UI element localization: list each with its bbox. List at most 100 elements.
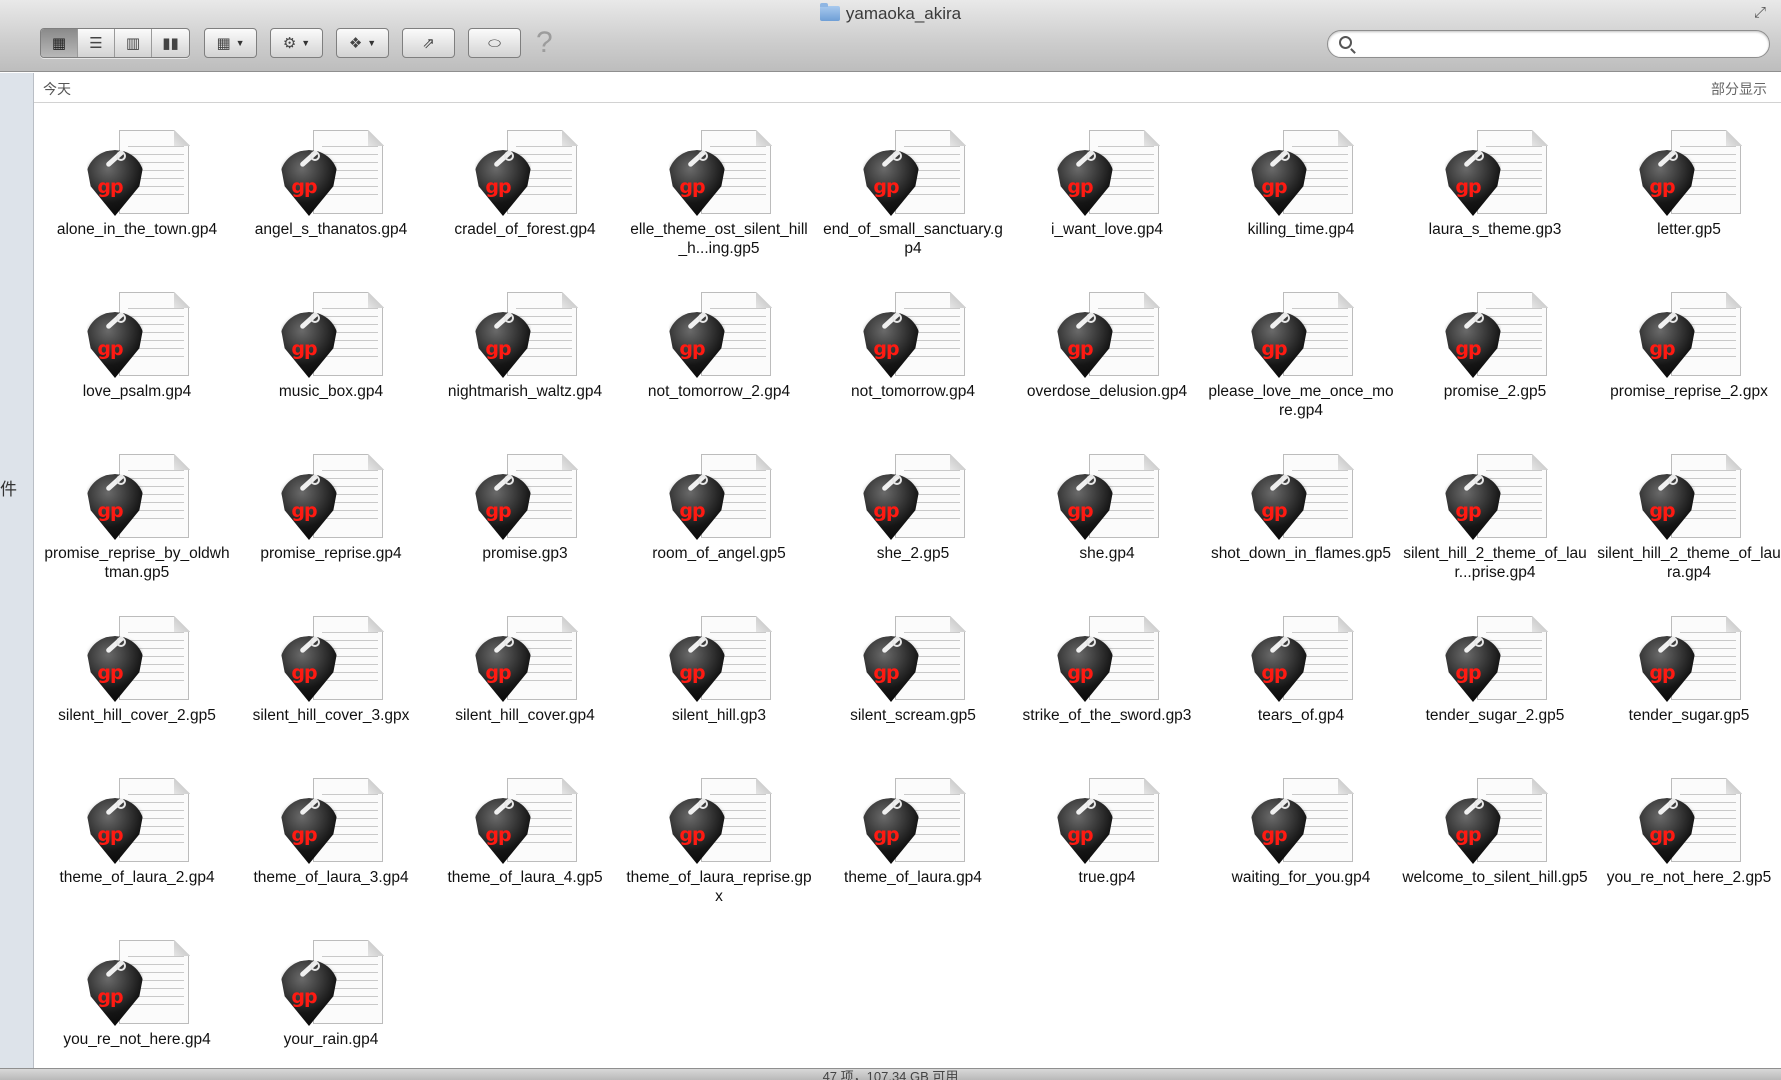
file-item[interactable]: gp tender_sugar.gp5 — [1592, 590, 1781, 752]
gp-label: gp — [97, 176, 123, 198]
file-item[interactable]: gp love_psalm.gp4 — [40, 266, 234, 428]
guitar-pro-file-icon: gp — [1434, 610, 1548, 706]
column-view-button[interactable]: ▥ — [115, 29, 152, 57]
list-view-button[interactable]: ☰ — [78, 29, 115, 57]
dropbox-button[interactable]: ❖ ▼ — [336, 28, 389, 58]
file-item[interactable]: gp silent_hill.gp3 — [622, 590, 816, 752]
file-item[interactable]: gp promise_reprise_2.gpx — [1592, 266, 1781, 428]
file-item[interactable]: gp angel_s_thanatos.gp4 — [234, 104, 428, 266]
help-icon[interactable]: ? — [536, 26, 553, 60]
file-item[interactable]: gp silent_hill_cover_2.gp5 — [40, 590, 234, 752]
file-item[interactable]: gp welcome_to_silent_hill.gp5 — [1398, 752, 1592, 914]
gp-label: gp — [679, 500, 705, 522]
file-item[interactable]: gp silent_hill_cover.gp4 — [428, 590, 622, 752]
file-item[interactable]: gp tears_of.gp4 — [1204, 590, 1398, 752]
cover-flow-button[interactable]: ▮▮ — [152, 29, 189, 57]
file-item[interactable]: gp true.gp4 — [1010, 752, 1204, 914]
file-name: silent_hill_2_theme_of_laur...prise.gp4 — [1403, 545, 1587, 581]
file-item[interactable]: gp i_want_love.gp4 — [1010, 104, 1204, 266]
search-field[interactable] — [1327, 30, 1770, 58]
file-name: shot_down_in_flames.gp5 — [1210, 545, 1392, 562]
gp-label: gp — [97, 986, 123, 1008]
file-item[interactable]: gp please_love_me_once_more.gp4 — [1204, 266, 1398, 428]
file-item[interactable]: gp killing_time.gp4 — [1204, 104, 1398, 266]
file-item[interactable]: gp letter.gp5 — [1592, 104, 1781, 266]
file-item[interactable]: gp you_re_not_here_2.gp5 — [1592, 752, 1781, 914]
file-item[interactable]: gp promise_reprise_by_oldwhtman.gp5 — [40, 428, 234, 590]
file-item[interactable]: gp not_tomorrow.gp4 — [816, 266, 1010, 428]
file-item[interactable]: gp theme_of_laura_4.gp5 — [428, 752, 622, 914]
file-item[interactable]: gp silent_scream.gp5 — [816, 590, 1010, 752]
file-item[interactable]: gp theme_of_laura_2.gp4 — [40, 752, 234, 914]
file-name: strike_of_the_sword.gp3 — [1022, 707, 1192, 724]
show-partial-link[interactable]: 部分显示 — [1711, 79, 1767, 99]
file-name: i_want_love.gp4 — [1050, 221, 1164, 238]
file-item[interactable]: gp room_of_angel.gp5 — [622, 428, 816, 590]
action-button[interactable]: ⚙ ▼ — [270, 28, 323, 58]
file-item[interactable]: gp nightmarish_waltz.gp4 — [428, 266, 622, 428]
file-item[interactable]: gp silent_hill_2_theme_of_laura.gp4 — [1592, 428, 1781, 590]
gp-label: gp — [679, 662, 705, 684]
file-item[interactable]: gp tender_sugar_2.gp5 — [1398, 590, 1592, 752]
gp-label: gp — [1067, 338, 1093, 360]
window-title: yamaoka_akira — [0, 2, 1781, 26]
file-name: tender_sugar_2.gp5 — [1425, 707, 1565, 724]
guitar-pro-file-icon: gp — [658, 124, 772, 220]
page-fold — [756, 130, 772, 146]
search-input[interactable] — [1360, 34, 1760, 54]
file-item[interactable]: gp overdose_delusion.gp4 — [1010, 266, 1204, 428]
arrange-button[interactable]: ▦ ▼ — [204, 28, 257, 58]
file-item[interactable]: gp cradel_of_forest.gp4 — [428, 104, 622, 266]
page-fold — [950, 454, 966, 470]
file-name: your_rain.gp4 — [283, 1031, 379, 1048]
gp-label: gp — [1261, 500, 1287, 522]
file-item[interactable]: gp promise_reprise.gp4 — [234, 428, 428, 590]
file-item[interactable]: gp you_re_not_here.gp4 — [40, 914, 234, 1076]
file-item[interactable]: gp music_box.gp4 — [234, 266, 428, 428]
share-button[interactable]: ⇗ — [402, 28, 455, 58]
arrange-grid-icon: ▦ — [216, 35, 231, 52]
column-view-icon: ▥ — [125, 35, 141, 52]
guitar-pro-file-icon: gp — [464, 610, 578, 706]
guitar-pro-file-icon: gp — [1046, 124, 1160, 220]
page-fold — [562, 778, 578, 794]
gp-label: gp — [97, 824, 123, 846]
file-item[interactable]: gp she_2.gp5 — [816, 428, 1010, 590]
guitar-pro-file-icon: gp — [1434, 124, 1548, 220]
share-icon: ⇗ — [422, 35, 435, 52]
file-item[interactable]: gp theme_of_laura_reprise.gpx — [622, 752, 816, 914]
file-item[interactable]: gp promise.gp3 — [428, 428, 622, 590]
file-item[interactable]: gp shot_down_in_flames.gp5 — [1204, 428, 1398, 590]
guitar-pro-file-icon: gp — [76, 610, 190, 706]
file-item[interactable]: gp elle_theme_ost_silent_hill_h...ing.gp5 — [622, 104, 816, 266]
file-item[interactable]: gp laura_s_theme.gp3 — [1398, 104, 1592, 266]
sidebar-item-label[interactable]: 件 — [0, 475, 17, 500]
status-bar: 47 项，107.34 GB 可用 — [0, 1068, 1781, 1080]
file-item[interactable]: gp strike_of_the_sword.gp3 — [1010, 590, 1204, 752]
icon-view-button[interactable]: ▦ — [41, 29, 78, 57]
file-item[interactable]: gp not_tomorrow_2.gp4 — [622, 266, 816, 428]
file-name: she.gp4 — [1079, 545, 1135, 562]
gp-label: gp — [1455, 500, 1481, 522]
file-item[interactable]: gp silent_hill_2_theme_of_laur...prise.gp… — [1398, 428, 1592, 590]
chevron-down-icon: ▼ — [367, 38, 377, 48]
file-item[interactable]: gp she.gp4 — [1010, 428, 1204, 590]
file-item[interactable]: gp alone_in_the_town.gp4 — [40, 104, 234, 266]
gp-label: gp — [873, 500, 899, 522]
file-item[interactable]: gp your_rain.gp4 — [234, 914, 428, 1076]
gp-label: gp — [1649, 662, 1675, 684]
file-item[interactable]: gp end_of_small_sanctuary.gp4 — [816, 104, 1010, 266]
gp-label: gp — [1067, 662, 1093, 684]
guitar-pro-file-icon: gp — [270, 286, 384, 382]
fullscreen-icon[interactable]: ⤢ — [1751, 4, 1769, 22]
file-item[interactable]: gp silent_hill_cover_3.gpx — [234, 590, 428, 752]
gp-label: gp — [485, 824, 511, 846]
file-item[interactable]: gp theme_of_laura_3.gp4 — [234, 752, 428, 914]
file-item[interactable]: gp promise_2.gp5 — [1398, 266, 1592, 428]
page-fold — [174, 130, 190, 146]
file-item[interactable]: gp theme_of_laura.gp4 — [816, 752, 1010, 914]
file-item[interactable]: gp waiting_for_you.gp4 — [1204, 752, 1398, 914]
tag-button[interactable]: ⬭ — [468, 28, 521, 58]
chevron-down-icon: ▼ — [235, 38, 245, 48]
gp-label: gp — [1067, 500, 1093, 522]
